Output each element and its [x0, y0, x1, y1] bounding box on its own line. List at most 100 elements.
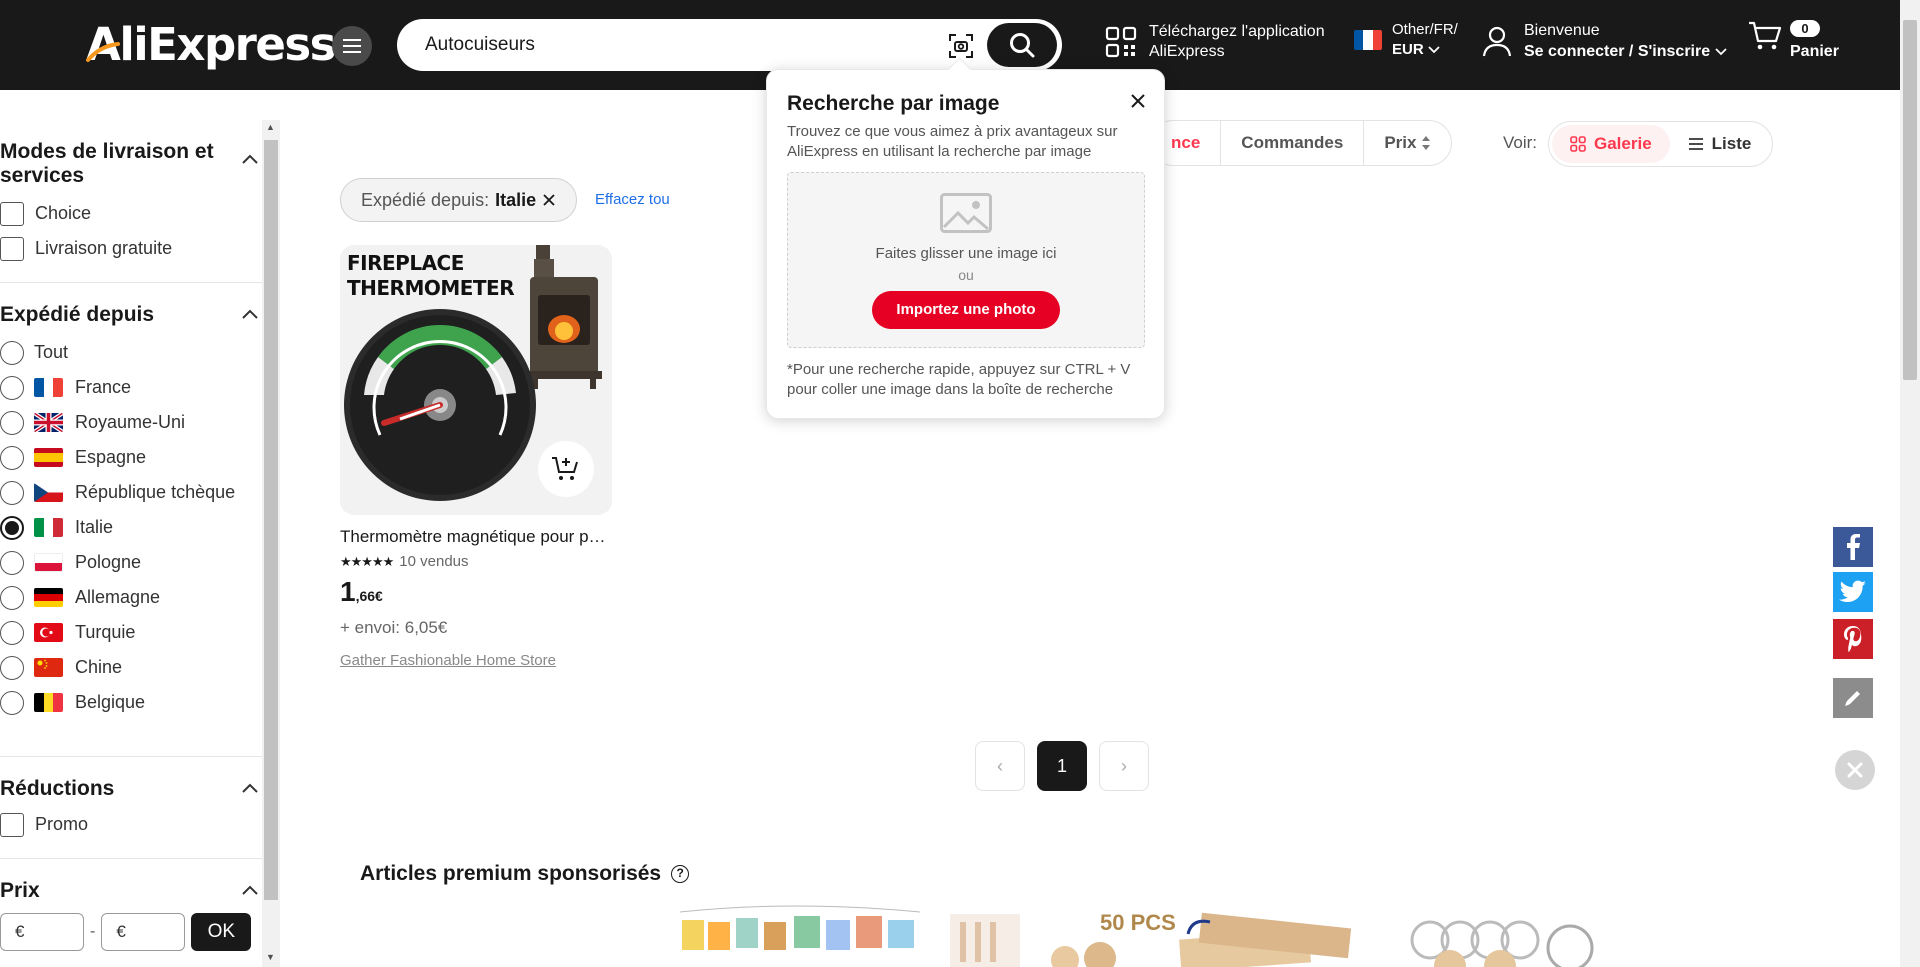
delivery-filter-title[interactable]: Modes de livraison et services — [0, 140, 262, 188]
image-drop-zone[interactable]: Faites glisser une image ici ou Importez… — [787, 172, 1145, 348]
filter-option-china[interactable]: Chine — [0, 650, 262, 685]
category-menu-button[interactable] — [332, 26, 372, 66]
chevron-up-icon[interactable] — [242, 783, 258, 793]
edit-button[interactable] — [1833, 678, 1873, 718]
store-link[interactable]: Gather Fashionable Home Store — [340, 652, 612, 669]
checkbox[interactable] — [0, 201, 24, 226]
signin-link[interactable]: Se connecter / S'inscrire — [1524, 41, 1710, 62]
search-input[interactable] — [425, 19, 925, 71]
popup-close-button[interactable] — [1127, 90, 1149, 112]
filter-option-choice[interactable]: Choice — [0, 196, 262, 231]
shipping-cost: + envoi: 6,05€ — [340, 618, 448, 637]
filter-option-czech[interactable]: République tchèque — [0, 475, 262, 510]
sort-price-label: Prix — [1384, 133, 1417, 152]
radio-button[interactable] — [0, 655, 24, 680]
page-scrollbar[interactable] — [1900, 0, 1920, 967]
sold-count: 10 vendus — [399, 553, 469, 570]
cart-button[interactable]: 0 Panier — [1748, 20, 1839, 60]
sponsored-products-strip[interactable]: 50 PCS — [670, 900, 1710, 967]
sponsored-item-wood-tags — [1179, 912, 1352, 967]
product-title[interactable]: Thermomètre magnétique pour poêle à bois — [340, 527, 612, 547]
list-icon — [1688, 138, 1703, 150]
search-button[interactable] — [987, 23, 1057, 67]
image-search-button[interactable] — [947, 32, 975, 60]
radio-button[interactable] — [0, 375, 24, 400]
product-rating: ★★★★★ 10 vendus — [340, 553, 612, 570]
share-close-button[interactable] — [1835, 750, 1875, 790]
list-label: Liste — [1711, 134, 1752, 153]
prev-page-button[interactable]: ‹ — [975, 741, 1025, 791]
locale-region: Other/FR/ — [1392, 21, 1458, 38]
sort-price[interactable]: Prix — [1363, 121, 1451, 165]
pinterest-icon — [1844, 626, 1862, 652]
twitter-share-button[interactable] — [1833, 572, 1873, 612]
gallery-view-button[interactable]: Galerie — [1552, 125, 1670, 163]
pinterest-share-button[interactable] — [1833, 619, 1873, 659]
facebook-share-button[interactable] — [1833, 527, 1873, 567]
camera-scan-icon — [949, 34, 973, 58]
radio-button[interactable] — [0, 445, 24, 470]
active-filter-chip[interactable]: Expédié depuis: Italie — [340, 178, 578, 222]
radio-button[interactable] — [0, 480, 24, 505]
user-icon — [1482, 26, 1512, 57]
sponsored-item-hooks — [950, 914, 1020, 967]
drag-image-text: Faites glisser une image ici — [875, 245, 1057, 262]
list-view-button[interactable]: Liste — [1670, 125, 1770, 163]
product-image[interactable]: FIREPLACE THERMOMETER — [340, 245, 612, 515]
sort-orders[interactable]: Commandes — [1220, 121, 1363, 165]
filter-option-promo[interactable]: Promo — [0, 807, 262, 842]
shipped-from-filter-section: Expédié depuis Tout France Royaume-Uni E… — [0, 283, 262, 757]
pagination: ‹ 1 › — [975, 741, 1149, 791]
language-currency-selector[interactable]: Other/FR/ EUR — [1354, 20, 1458, 60]
close-icon[interactable] — [542, 193, 556, 207]
next-page-button[interactable]: › — [1099, 741, 1149, 791]
sidebar-scrollbar-thumb[interactable] — [264, 140, 278, 900]
filter-option-germany[interactable]: Allemagne — [0, 580, 262, 615]
price-ok-button[interactable]: OK — [191, 913, 252, 951]
clear-all-filters-link[interactable]: Effacez tou — [595, 191, 670, 208]
sponsored-item-wooden-balls: 50 PCS — [1051, 910, 1176, 967]
filter-option-uk[interactable]: Royaume-Uni — [0, 405, 262, 440]
checkbox[interactable] — [0, 812, 24, 837]
price-min-input[interactable]: € — [0, 913, 84, 951]
logo-swoosh-icon — [86, 42, 120, 62]
add-to-cart-button[interactable] — [538, 441, 594, 497]
shipped-from-filter-title[interactable]: Expédié depuis — [0, 303, 262, 327]
page-1-button[interactable]: 1 — [1037, 741, 1087, 791]
download-app-link[interactable]: Téléchargez l'application AliExpress — [1105, 22, 1325, 62]
radio-button[interactable] — [0, 585, 24, 610]
filter-option-free-shipping[interactable]: Livraison gratuite — [0, 231, 262, 266]
radio-button[interactable] — [0, 690, 24, 715]
discounts-filter-title[interactable]: Réductions — [0, 777, 262, 801]
filter-option-turkey[interactable]: Turquie — [0, 615, 262, 650]
product-card[interactable]: FIREPLACE THERMOMETER Thermomètre magnét… — [340, 245, 612, 669]
price-max-input[interactable]: € — [101, 913, 186, 951]
checkbox[interactable] — [0, 236, 24, 261]
filter-option-spain[interactable]: Espagne — [0, 440, 262, 475]
aliexpress-logo[interactable]: AliExpress — [86, 18, 336, 71]
price-filter-title[interactable]: Prix — [0, 879, 262, 903]
account-menu[interactable]: Bienvenue Se connecter / S'inscrire — [1482, 20, 1727, 62]
radio-button[interactable] — [0, 620, 24, 645]
czech-flag-icon — [34, 483, 63, 502]
radio-button-selected[interactable] — [0, 515, 24, 540]
app-line1: Téléchargez l'application — [1149, 23, 1325, 40]
filter-option-italy[interactable]: Italie — [0, 510, 262, 545]
help-icon[interactable]: ? — [671, 865, 690, 883]
radio-button[interactable] — [0, 410, 24, 435]
radio-button[interactable] — [0, 340, 24, 365]
filter-option-france[interactable]: France — [0, 370, 262, 405]
filter-option-belgium[interactable]: Belgique — [0, 685, 262, 720]
radio-button[interactable] — [0, 550, 24, 575]
price-separator: - — [90, 923, 96, 940]
filter-option-all[interactable]: Tout — [0, 335, 262, 370]
sidebar-scrollbar[interactable]: ▲ ▼ — [262, 120, 280, 967]
chevron-up-icon[interactable] — [242, 885, 258, 895]
upload-photo-button[interactable]: Importez une photo — [872, 291, 1060, 329]
scroll-down-arrow-icon[interactable]: ▼ — [266, 952, 275, 962]
chevron-up-icon[interactable] — [242, 154, 258, 164]
chevron-up-icon[interactable] — [242, 309, 258, 319]
page-scrollbar-thumb[interactable] — [1903, 20, 1917, 380]
filter-option-poland[interactable]: Pologne — [0, 545, 262, 580]
scroll-up-arrow-icon[interactable]: ▲ — [266, 122, 275, 132]
